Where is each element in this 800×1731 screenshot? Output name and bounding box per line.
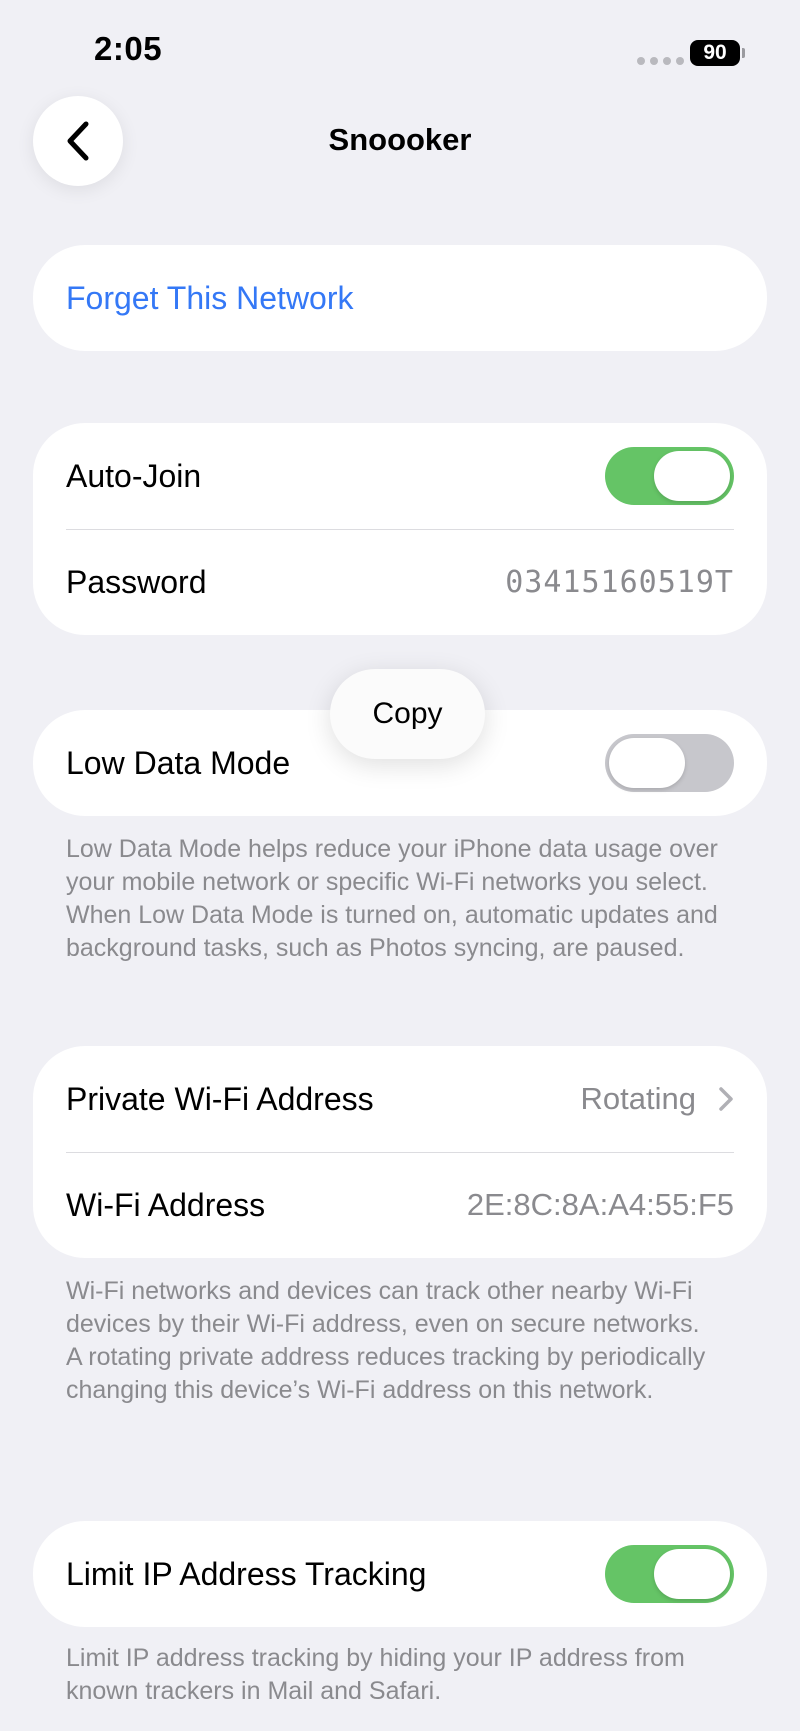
limit-ip-group: Limit IP Address Tracking [33, 1521, 767, 1627]
address-footer-line2: A rotating private address reduces track… [66, 1343, 706, 1404]
low-data-label: Low Data Mode [66, 744, 291, 781]
limit-ip-toggle[interactable] [605, 1545, 734, 1603]
forget-network-label: Forget This Network [66, 279, 354, 316]
forget-network-button[interactable]: Forget This Network [33, 245, 767, 351]
auto-join-toggle[interactable] [605, 447, 734, 505]
password-label: Password [66, 563, 207, 600]
low-data-toggle[interactable] [605, 734, 734, 792]
address-footer: Wi-Fi networks and devices can track oth… [66, 1275, 746, 1407]
private-address-label: Private Wi-Fi Address [66, 1080, 374, 1117]
auto-join-row: Auto-Join [33, 423, 767, 529]
password-row[interactable]: Password 03415160519T [33, 529, 767, 635]
private-address-value: Rotating [580, 1081, 696, 1116]
copy-label: Copy [372, 697, 443, 730]
limit-ip-row: Limit IP Address Tracking [33, 1521, 767, 1627]
cellular-signal-icon [637, 57, 684, 65]
join-group: Auto-Join Password 03415160519T [33, 423, 767, 635]
wifi-address-row: Wi-Fi Address 2E:8C:8A:A4:55:F5 [33, 1152, 767, 1258]
password-value[interactable]: 03415160519T [505, 565, 734, 600]
auto-join-label: Auto-Join [66, 457, 202, 494]
address-group: Private Wi-Fi Address Rotating Wi-Fi Add… [33, 1046, 767, 1258]
chevron-right-icon [718, 1086, 734, 1112]
low-data-footer: Low Data Mode helps reduce your iPhone d… [66, 835, 718, 962]
battery-level: 90 [703, 41, 727, 64]
wifi-network-details-screen: 2:05 90 Snoooker Forget This Network Aut… [0, 0, 800, 1731]
limit-ip-footer: Limit IP address tracking by hiding your… [66, 1644, 685, 1705]
address-footer-line1: Wi-Fi networks and devices can track oth… [66, 1277, 700, 1338]
status-time: 2:05 [94, 30, 163, 67]
wifi-address-value: 2E:8C:8A:A4:55:F5 [466, 1187, 734, 1222]
copy-button[interactable]: Copy [330, 669, 485, 759]
wifi-address-label: Wi-Fi Address [66, 1186, 266, 1223]
limit-ip-label: Limit IP Address Tracking [66, 1555, 427, 1592]
battery-cap [742, 48, 745, 58]
page-title: Snoooker [328, 122, 472, 157]
private-address-row[interactable]: Private Wi-Fi Address Rotating [33, 1046, 767, 1152]
forget-group: Forget This Network [33, 245, 767, 351]
battery-icon: 90 [690, 40, 740, 66]
